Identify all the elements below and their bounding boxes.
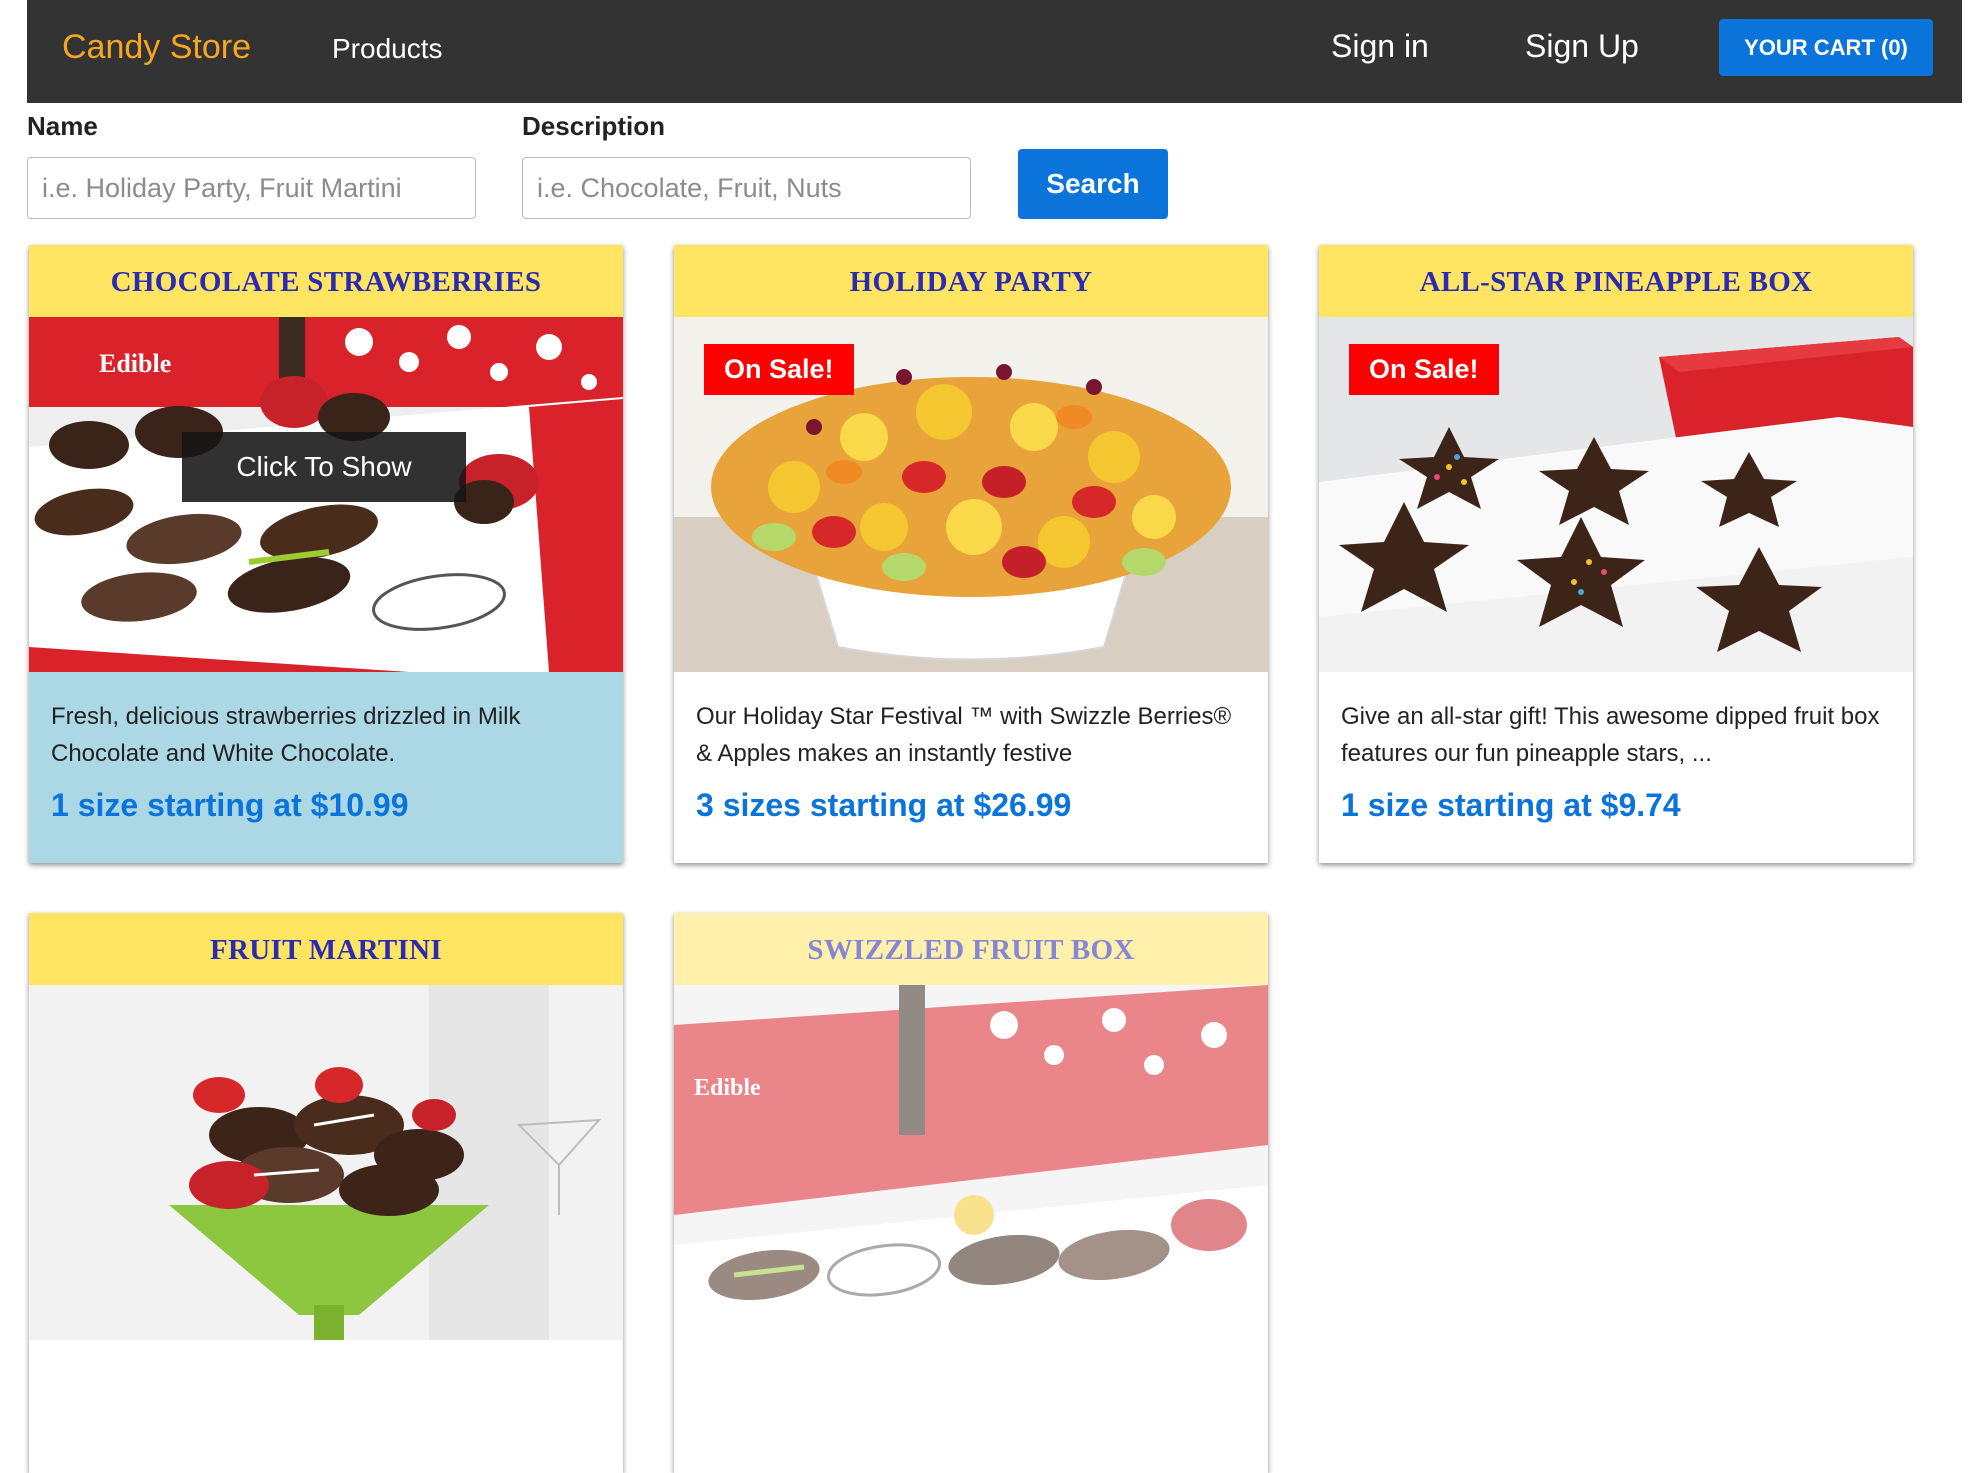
- name-filter-label: Name: [27, 111, 98, 141]
- swizzled-fruit-box-image: Edible: [674, 985, 1268, 1340]
- sign-in-link[interactable]: Sign in: [1331, 28, 1429, 65]
- description-filter-input[interactable]: [522, 157, 971, 219]
- product-card-fruit-martini[interactable]: Fruit Martini: [29, 913, 623, 1473]
- product-title: Holiday Party: [674, 245, 1268, 317]
- product-info: Our Holiday Star Festival ™ with Swizzle…: [674, 672, 1268, 863]
- brand-logo-link[interactable]: Candy Store: [62, 28, 251, 67]
- your-cart-button[interactable]: Your Cart (0): [1719, 19, 1933, 76]
- product-title: All-Star Pineapple Box: [1319, 245, 1913, 317]
- product-title: Chocolate Strawberries: [29, 245, 623, 317]
- product-card-swizzled-fruit-box[interactable]: Swizzled Fruit Box Edible: [674, 913, 1268, 1473]
- svg-text:Edible: Edible: [99, 349, 171, 378]
- product-image[interactable]: [29, 985, 623, 1340]
- product-price: 1 size starting at $9.74: [1341, 787, 1681, 823]
- product-description: Fresh, delicious strawberries drizzled i…: [51, 703, 521, 767]
- svg-text:Edible: Edible: [694, 1075, 761, 1101]
- product-image[interactable]: On Sale!: [1319, 317, 1913, 672]
- product-info: Fresh, delicious strawberries drizzled i…: [29, 672, 623, 863]
- product-card-all-star-pineapple-box[interactable]: All-Star Pineapple Box: [1319, 245, 1913, 863]
- product-card-holiday-party[interactable]: Holiday Party: [674, 245, 1268, 863]
- product-image[interactable]: On Sale!: [674, 317, 1268, 672]
- search-button[interactable]: Search: [1018, 149, 1168, 219]
- click-to-show-tooltip[interactable]: Click To Show: [182, 432, 466, 502]
- product-image[interactable]: Edible: [674, 985, 1268, 1340]
- product-title: Fruit Martini: [29, 913, 623, 985]
- on-sale-badge: On Sale!: [704, 344, 854, 395]
- product-description: Our Holiday Star Festival ™ with Swizzle…: [696, 703, 1232, 767]
- product-info: Give an all-star gift! This awesome dipp…: [1319, 672, 1913, 863]
- description-filter-label: Description: [522, 111, 666, 141]
- sign-up-link[interactable]: Sign Up: [1525, 28, 1639, 65]
- name-filter-input[interactable]: [27, 157, 476, 219]
- product-description: Give an all-star gift! This awesome dipp…: [1341, 703, 1880, 767]
- product-image[interactable]: Edible Click To Show: [29, 317, 623, 672]
- product-card-chocolate-strawberries[interactable]: Chocolate Strawberries Edible: [29, 245, 623, 863]
- nav-products-link[interactable]: Products: [332, 33, 443, 65]
- product-price: 3 sizes starting at $26.99: [696, 787, 1072, 823]
- top-navbar: Candy Store Products Sign in Sign Up You…: [27, 0, 1962, 103]
- product-title: Swizzled Fruit Box: [674, 913, 1268, 985]
- product-price: 1 size starting at $10.99: [51, 787, 409, 823]
- on-sale-badge: On Sale!: [1349, 344, 1499, 395]
- fruit-martini-image: [29, 985, 623, 1340]
